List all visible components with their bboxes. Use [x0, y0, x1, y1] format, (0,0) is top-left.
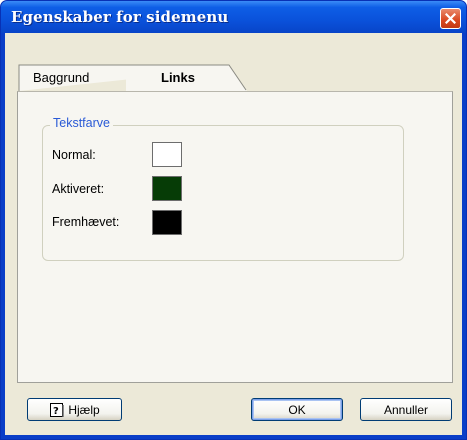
tab-links-label: Links	[161, 70, 195, 85]
highlighted-color-swatch[interactable]	[152, 210, 182, 235]
cancel-button[interactable]: Annuller	[360, 398, 452, 421]
close-button[interactable]	[440, 8, 461, 29]
activated-label: Aktiveret:	[52, 182, 105, 196]
tab-baggrund[interactable]: Baggrund	[19, 65, 127, 91]
svg-text:?: ?	[53, 406, 59, 417]
group-title: Tekstfarve	[50, 116, 113, 130]
cancel-button-label: Annuller	[383, 402, 429, 417]
close-icon	[445, 13, 456, 24]
tab-panel-links: Tekstfarve Normal: Aktiveret: Fremhævet:	[17, 91, 453, 383]
normal-color-swatch[interactable]	[152, 142, 182, 167]
help-button[interactable]: ? Hjælp	[27, 398, 122, 421]
tab-strip: Baggrund Links	[5, 33, 462, 93]
help-button-label: Hjælp	[68, 402, 100, 417]
ok-button[interactable]: OK	[251, 398, 343, 421]
window-title: Egenskaber for sidemenu	[11, 8, 229, 26]
help-book-icon: ?	[50, 402, 65, 417]
highlighted-label: Fremhævet:	[52, 215, 120, 229]
normal-label: Normal:	[52, 148, 96, 162]
title-bar[interactable]: Egenskaber for sidemenu	[1, 1, 466, 33]
activated-color-swatch[interactable]	[152, 176, 182, 201]
dialog-window: Egenskaber for sidemenu Baggrund Links T…	[0, 0, 467, 440]
tab-baggrund-label: Baggrund	[33, 70, 90, 85]
tab-links[interactable]: Links	[127, 65, 231, 91]
dialog-body: Baggrund Links Tekstfarve Normal: Aktive…	[5, 33, 462, 435]
ok-button-label: OK	[288, 402, 306, 417]
